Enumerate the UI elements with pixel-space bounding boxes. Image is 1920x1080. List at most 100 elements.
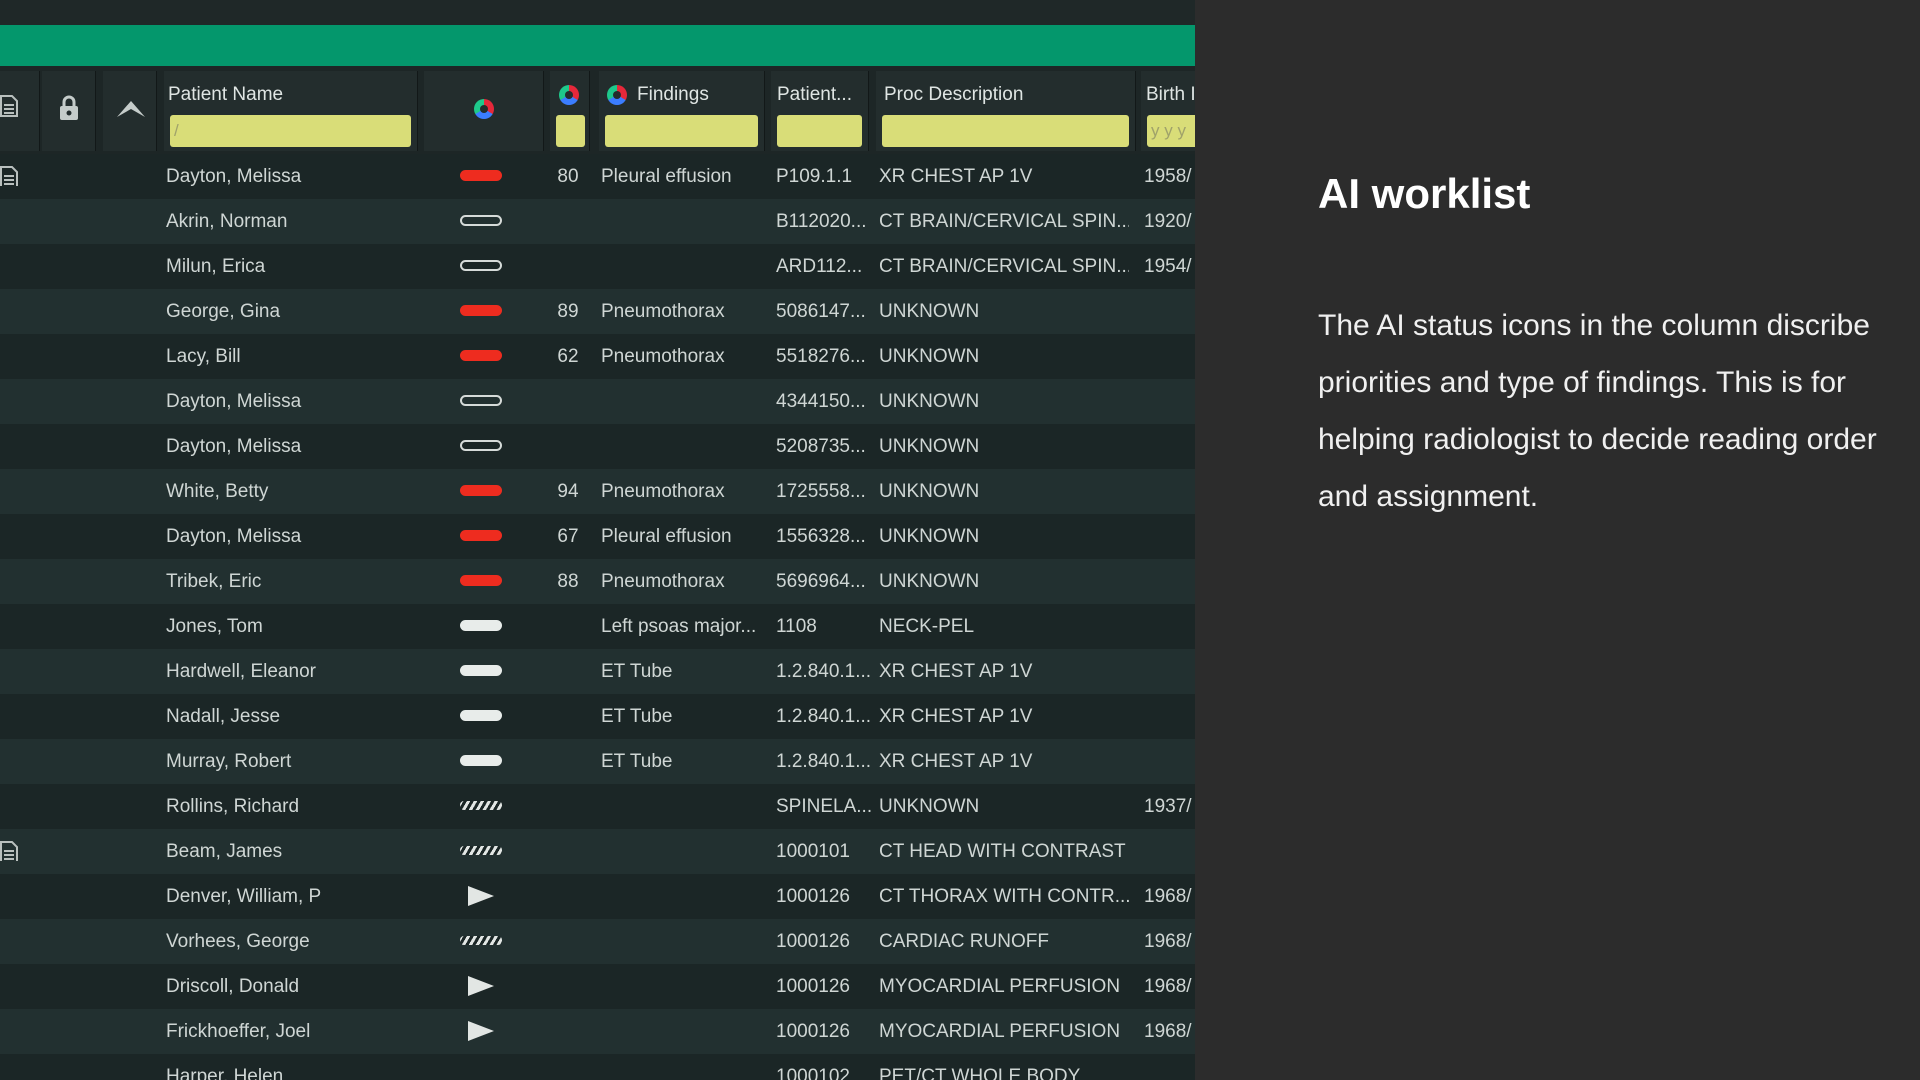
table-row[interactable]: Dayton, Melissa 4344150... UNKNOWN bbox=[0, 379, 1195, 424]
ai-score-filter-input[interactable] bbox=[556, 115, 585, 147]
ai-processing-hatched-icon bbox=[460, 846, 502, 855]
ai-score-cell bbox=[548, 604, 588, 649]
patient-id-filter-input[interactable] bbox=[777, 115, 862, 147]
findings-cell bbox=[601, 1054, 771, 1080]
ai-logo-icon bbox=[607, 85, 627, 105]
table-row[interactable]: Akrin, Norman B112020... CT BRAIN/CERVICAL… bbox=[0, 199, 1195, 244]
findings-cell bbox=[601, 244, 771, 289]
findings-label: Findings bbox=[637, 84, 709, 105]
ai-score-cell: 89 bbox=[557, 301, 579, 322]
ai-processing-hatched-icon bbox=[460, 936, 502, 945]
document-icon[interactable] bbox=[0, 166, 18, 186]
proc-description-cell: XR CHEST AP 1V bbox=[879, 706, 1033, 727]
document-icon bbox=[0, 95, 18, 117]
table-row[interactable]: Dayton, Melissa 80 Pleural effusion P109.1.… bbox=[0, 154, 1195, 199]
patient-id-cell: B112020... bbox=[776, 211, 867, 232]
patient-id-cell: 1556328... bbox=[776, 526, 866, 547]
patient-id-cell: SPINELA... bbox=[776, 796, 873, 817]
patient-name-cell: Dayton, Melissa bbox=[166, 391, 302, 412]
ai-status-cell bbox=[460, 199, 502, 244]
table-row[interactable]: Harper, Helen 1000102 PET/CT WHOLE BODY bbox=[0, 1054, 1195, 1080]
ai-logo-icon bbox=[474, 99, 494, 119]
table-row[interactable]: Milun, Erica ARD112... CT BRAIN/CERVICAL S… bbox=[0, 244, 1195, 289]
column-header-doc[interactable] bbox=[0, 71, 40, 151]
table-row[interactable]: Frickhoeffer, Joel 1000126 MYOCARDIAL PERF… bbox=[0, 1009, 1195, 1054]
patient-id-cell: 4344150... bbox=[776, 391, 866, 412]
ai-status-cell bbox=[460, 784, 502, 829]
findings-cell: Pleural effusion bbox=[601, 526, 732, 547]
lock-icon bbox=[60, 95, 78, 120]
table-row[interactable]: Rollins, Richard SPINELA... UNKNOWN 1937/ bbox=[0, 784, 1195, 829]
column-header-findings[interactable]: Findings bbox=[599, 71, 765, 151]
ai-priority-red-icon bbox=[460, 485, 502, 496]
ai-pending-outline-icon bbox=[460, 215, 502, 226]
ai-score-cell bbox=[548, 739, 588, 784]
patient-id-cell: 1000126 bbox=[776, 976, 850, 997]
patient-id-label: Patient... bbox=[777, 84, 852, 105]
table-row[interactable]: Dayton, Melissa 5208735... UNKNOWN bbox=[0, 424, 1195, 469]
ai-status-cell bbox=[460, 379, 502, 424]
table-row[interactable]: Driscoll, Donald 1000126 MYOCARDIAL PERFUS… bbox=[0, 964, 1195, 1009]
patient-name-cell: Murray, Robert bbox=[166, 751, 292, 772]
proc-description-cell: CT THORAX WITH CONTR... bbox=[879, 886, 1129, 907]
ai-pending-outline-icon bbox=[460, 260, 502, 271]
table-row[interactable]: White, Betty 94 Pneumothorax 1725558... UNKN… bbox=[0, 469, 1195, 514]
table-row[interactable]: Nadall, Jesse ET Tube 1.2.840.1... XR CHEST… bbox=[0, 694, 1195, 739]
birth-cell bbox=[1144, 649, 1195, 694]
document-icon[interactable] bbox=[0, 841, 18, 861]
birth-cell bbox=[1144, 289, 1195, 334]
table-row[interactable]: Hardwell, Eleanor ET Tube 1.2.840.1... XR C… bbox=[0, 649, 1195, 694]
patient-id-cell: 1000101 bbox=[776, 841, 850, 862]
proc-description-cell: XR CHEST AP 1V bbox=[879, 661, 1033, 682]
ai-complete-white-icon bbox=[460, 665, 502, 676]
table-row[interactable]: Vorhees, George 1000126 CARDIAC RUNOFF 1968… bbox=[0, 919, 1195, 964]
findings-cell bbox=[601, 1009, 771, 1054]
column-header-priority[interactable] bbox=[103, 71, 157, 151]
column-header-lock[interactable] bbox=[42, 71, 96, 151]
ai-score-cell bbox=[548, 244, 588, 289]
findings-cell: Pneumothorax bbox=[601, 346, 725, 367]
table-row[interactable]: Dayton, Melissa 67 Pleural effusion 1556328… bbox=[0, 514, 1195, 559]
patient-name-cell: Dayton, Melissa bbox=[166, 526, 302, 547]
patient-id-cell: 1.2.840.1... bbox=[776, 751, 872, 772]
ai-score-cell: 80 bbox=[557, 166, 579, 187]
birth-filter-input[interactable]: y y y bbox=[1147, 115, 1195, 147]
table-row[interactable]: Jones, Tom Left psoas major... 1108 NECK-PE… bbox=[0, 604, 1195, 649]
ai-score-cell bbox=[548, 199, 588, 244]
patient-name-cell: Nadall, Jesse bbox=[166, 706, 281, 727]
column-header-birth[interactable]: Birth I y y y bbox=[1141, 71, 1195, 151]
patient-id-cell: 1000126 bbox=[776, 886, 850, 907]
table-row[interactable]: Murray, Robert ET Tube 1.2.840.1... XR CHES… bbox=[0, 739, 1195, 784]
birth-cell: 1968/ bbox=[1144, 1021, 1192, 1042]
patient-name-cell: Denver, William, P bbox=[166, 886, 322, 907]
patient-name-cell: Beam, James bbox=[166, 841, 283, 862]
table-row[interactable]: Lacy, Bill 62 Pneumothorax 5518276... UNKNOW… bbox=[0, 334, 1195, 379]
panel-description: The AI status icons in the column discri… bbox=[1318, 309, 1877, 513]
ai-status-cell bbox=[460, 829, 502, 874]
proc-description-cell: UNKNOWN bbox=[879, 436, 980, 457]
column-header-ai-score[interactable] bbox=[550, 71, 590, 151]
proc-description-filter-input[interactable] bbox=[882, 115, 1129, 147]
worklist-panel: Patient Name / Findings Patient... Proc … bbox=[0, 0, 1195, 1080]
ai-score-cell bbox=[548, 874, 588, 919]
patient-name-cell: Driscoll, Donald bbox=[166, 976, 300, 997]
findings-filter-input[interactable] bbox=[605, 115, 758, 147]
ai-status-cell bbox=[460, 154, 502, 199]
column-header-patient-name[interactable]: Patient Name / bbox=[164, 71, 418, 151]
findings-cell: ET Tube bbox=[601, 751, 673, 772]
findings-cell bbox=[601, 379, 771, 424]
table-row[interactable]: Beam, James 1000101 CT HEAD WITH CONTRAST bbox=[0, 829, 1195, 874]
ai-score-cell bbox=[548, 919, 588, 964]
column-header-ai-status[interactable] bbox=[424, 71, 544, 151]
patient-id-cell: ARD112... bbox=[776, 256, 863, 277]
table-row[interactable]: George, Gina 89 Pneumothorax 5086147... UNKN… bbox=[0, 289, 1195, 334]
table-row[interactable]: Tribek, Eric 88 Pneumothorax 5696964... UNKN… bbox=[0, 559, 1195, 604]
patient-name-filter-input[interactable]: / bbox=[170, 115, 411, 147]
birth-cell: 1954/ bbox=[1144, 256, 1192, 277]
send-arrow-icon bbox=[468, 976, 494, 996]
ai-priority-red-icon bbox=[460, 305, 502, 316]
column-header-proc-description[interactable]: Proc Description bbox=[876, 71, 1136, 151]
table-row[interactable]: Denver, William, P 1000126 CT THORAX WITH … bbox=[0, 874, 1195, 919]
column-header-patient-id[interactable]: Patient... bbox=[771, 71, 869, 151]
ai-status-cell bbox=[460, 1054, 502, 1080]
